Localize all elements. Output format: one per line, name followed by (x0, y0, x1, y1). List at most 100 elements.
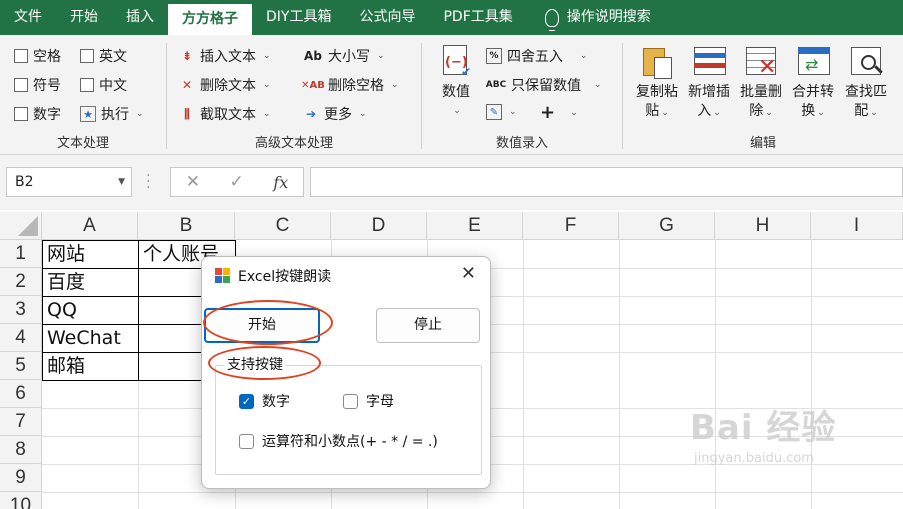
row-header-1[interactable]: 1 (0, 240, 42, 268)
checkbox-unchecked[interactable] (239, 433, 254, 449)
column-header-c[interactable]: C (235, 212, 331, 240)
edit-value-button[interactable]: ✎ ⌄ (486, 104, 517, 120)
chevron-down-icon: ⌄ (263, 51, 271, 61)
execute-button[interactable]: ★ 执行 ⌄ (80, 104, 144, 124)
tab-diy-toolbox[interactable]: DIY工具箱 (252, 0, 345, 35)
group-title: 高级文本处理 (254, 136, 333, 151)
plus-button[interactable]: + ⌄ (540, 102, 578, 123)
checkbox-chinese[interactable]: 中文 (80, 75, 127, 95)
insert-function-icon[interactable]: fx (273, 173, 288, 192)
row-header-4[interactable]: 4 (0, 324, 42, 352)
option-digits[interactable]: ✓ 数字 (239, 391, 290, 411)
new-insert-button[interactable]: 新增插 入 ⌄ (685, 45, 733, 123)
column-header-i[interactable]: I (811, 212, 903, 240)
cell-a5[interactable]: 邮箱 (42, 352, 139, 381)
group-title: 数值录入 (495, 136, 548, 151)
formula-buttons: ✕ ✓ fx (170, 167, 304, 197)
watermark-logo: Bai 经验 (690, 408, 837, 448)
delete-text-icon: ✕ (181, 78, 193, 92)
checkbox-box[interactable] (80, 78, 94, 92)
column-header-g[interactable]: G (619, 212, 715, 240)
tab-file[interactable]: 文件 (0, 0, 56, 35)
checkbox-symbol[interactable]: 符号 (14, 75, 61, 95)
batch-delete-button[interactable]: ✕ 批量删 除 ⌄ (737, 45, 785, 123)
column-header-d[interactable]: D (331, 212, 427, 240)
merge-convert-button[interactable]: ⇄ 合并转 换 ⌄ (789, 45, 837, 123)
chevron-down-icon: ⌄ (765, 108, 773, 118)
row-header-8[interactable]: 8 (0, 436, 42, 464)
row-header-7[interactable]: 7 (0, 408, 42, 436)
checkbox-space[interactable]: 空格 (14, 46, 61, 66)
insert-rows-icon (692, 45, 726, 79)
find-match-button[interactable]: 查找匹 配 ⌄ (841, 45, 891, 123)
round-button[interactable]: % 四舍五入 ⌄ (486, 46, 588, 66)
checkbox-checked[interactable]: ✓ (239, 393, 254, 409)
round-icon: % (486, 48, 502, 64)
start-button[interactable]: 开始 (204, 308, 320, 343)
more-button[interactable]: ➔ 更多 ⌄ (303, 104, 367, 124)
row-header-9[interactable]: 9 (0, 464, 42, 492)
checkbox-box[interactable] (14, 107, 28, 121)
confirm-icon[interactable]: ✓ (230, 172, 244, 192)
pencil-table-icon: ✎ (486, 104, 502, 120)
tab-formula-wizard[interactable]: 公式向导 (345, 0, 429, 35)
column-header-h[interactable]: H (715, 212, 811, 240)
select-all-corner[interactable] (0, 212, 42, 240)
chevron-down-icon: ⌄ (594, 80, 602, 90)
cell-a2[interactable]: 百度 (42, 268, 139, 297)
stop-button[interactable]: 停止 (376, 308, 480, 343)
checkbox-box[interactable] (80, 49, 94, 63)
tab-insert[interactable]: 插入 (112, 0, 168, 35)
extract-text-button[interactable]: ⫼ 截取文本 ⌄ (179, 104, 270, 124)
tell-me-search[interactable]: 操作说明搜索 (527, 0, 665, 35)
row-header-5[interactable]: 5 (0, 352, 42, 380)
number-button[interactable]: (−) ✔ 数值 ⌄ (436, 45, 476, 121)
resize-handle-icon[interactable]: · · · (146, 169, 150, 195)
checkbox-box[interactable] (14, 78, 28, 92)
row-header-2[interactable]: 2 (0, 268, 42, 296)
option-operators[interactable]: 运算符和小数点(+ - * / = .) (239, 431, 438, 451)
ribbon-tab-bar: 文件 开始 插入 方方格子 DIY工具箱 公式向导 PDF工具集 操作说明搜索 (0, 0, 903, 35)
name-box[interactable]: B2 ▼ (6, 167, 132, 197)
chevron-down-icon: ⌄ (580, 51, 588, 61)
chevron-down-icon: ⌄ (570, 107, 578, 118)
copy-paste-button[interactable]: 复制粘 贴 ⌄ (633, 45, 681, 123)
close-icon[interactable]: ✕ (461, 263, 476, 284)
cell-a4[interactable]: WeChat (42, 324, 139, 353)
chevron-down-icon[interactable]: ▼ (118, 168, 125, 196)
chevron-down-icon: ⌄ (391, 80, 399, 90)
delete-space-icon: ✕AB (301, 79, 325, 91)
checkbox-number[interactable]: 数字 (14, 104, 61, 124)
keep-value-button[interactable]: ABC 只保留数值 ⌄ (486, 75, 602, 95)
supported-keys-group (215, 365, 482, 475)
column-header-b[interactable]: B (138, 212, 235, 240)
cancel-icon[interactable]: ✕ (186, 172, 200, 192)
star-icon: ★ (80, 106, 96, 122)
formula-input[interactable] (310, 167, 903, 197)
gridline (619, 240, 620, 509)
delete-text-button[interactable]: ✕ 删除文本 ⌄ (179, 75, 271, 95)
chevron-down-icon: ⌄ (661, 108, 669, 118)
tab-home[interactable]: 开始 (56, 0, 112, 35)
group-title: 文本处理 (56, 136, 109, 151)
row-header-10[interactable]: 10 (0, 492, 42, 509)
tab-fangfange[interactable]: 方方格子 (168, 4, 252, 35)
cell-a3[interactable]: QQ (42, 296, 139, 325)
chevron-down-icon: ⌄ (377, 51, 385, 61)
tab-pdf-tools[interactable]: PDF工具集 (429, 0, 526, 35)
row-header-6[interactable]: 6 (0, 380, 42, 408)
delete-space-button[interactable]: ✕AB 删除空格 ⌄ (301, 75, 399, 95)
checkbox-unchecked[interactable] (343, 393, 358, 409)
row-header-3[interactable]: 3 (0, 296, 42, 324)
cell-a1[interactable]: 网站 (42, 240, 139, 269)
checkbox-english[interactable]: 英文 (80, 46, 127, 66)
abc-icon: ABC (485, 80, 507, 90)
case-button[interactable]: Ab 大小写 ⌄ (303, 46, 385, 66)
option-letters[interactable]: 字母 (343, 391, 394, 411)
insert-text-button[interactable]: ⇟ 插入文本 ⌄ (179, 46, 271, 66)
checkbox-box[interactable] (14, 49, 28, 63)
column-header-f[interactable]: F (523, 212, 619, 240)
column-header-e[interactable]: E (427, 212, 523, 240)
column-header-a[interactable]: A (42, 212, 138, 240)
chevron-down-icon: ⌄ (509, 107, 517, 117)
